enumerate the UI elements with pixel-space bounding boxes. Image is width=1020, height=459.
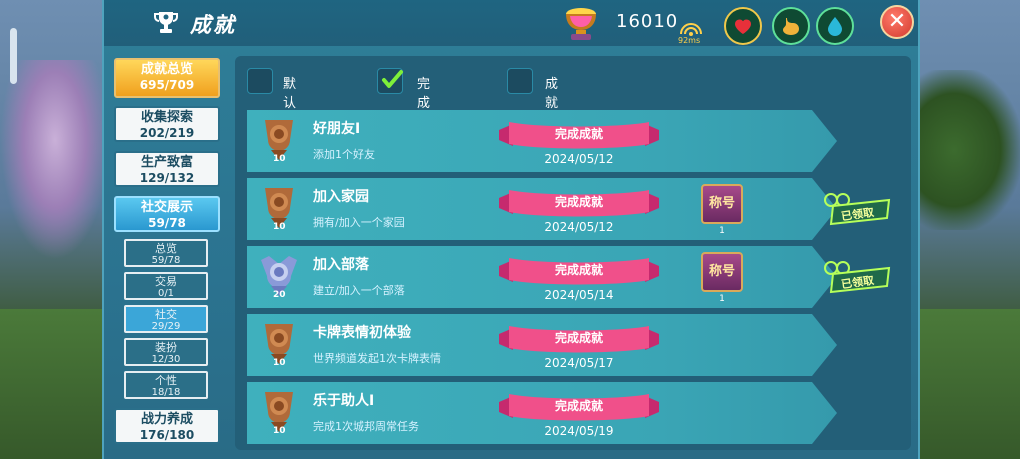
achievement-row[interactable]: 10 加入家园 拥有/加入一个家园 完成成就 2024/05/12 称号 1 bbox=[247, 178, 837, 240]
subtab-trade[interactable]: 交易 0/1 bbox=[124, 272, 208, 300]
sidebar-item-label: 成就总览 bbox=[140, 62, 193, 77]
sidebar-item-label: 社交展示 bbox=[140, 200, 193, 215]
title-reward-badge[interactable]: 称号 bbox=[701, 184, 743, 224]
achievement-row[interactable]: 10 卡牌表情初体验 世界频道发起1次卡牌表情 完成成就 2024/05/17 bbox=[247, 314, 837, 376]
achievement-panel: 成就 16010 92ms ✕ 成就总览 695/709 收集探索 202/21… bbox=[102, 0, 920, 459]
hunger-stat[interactable] bbox=[772, 7, 810, 45]
claimed-stamp: 已领取 bbox=[823, 258, 891, 296]
achievement-desc: 完成1次城邦周常任务 bbox=[313, 420, 419, 433]
completion-status: 完成成就 bbox=[554, 195, 603, 209]
achievement-title: 好朋友Ⅰ bbox=[313, 121, 361, 137]
completion-date: 2024/05/14 bbox=[544, 288, 614, 302]
subtab-count: 12/30 bbox=[151, 354, 181, 365]
achievement-desc: 添加1个好友 bbox=[313, 148, 375, 161]
sort-default-checkbox[interactable] bbox=[247, 68, 273, 94]
background-tree bbox=[910, 70, 1020, 230]
subtab-label: 总览 bbox=[155, 242, 177, 255]
ping-value: 92ms bbox=[678, 36, 701, 45]
thirst-stat[interactable] bbox=[816, 7, 854, 45]
completion-date: 2024/05/12 bbox=[544, 152, 614, 166]
reward-count: 1 bbox=[719, 294, 725, 304]
subtab-personality[interactable]: 个性 18/18 bbox=[124, 371, 208, 399]
sidebar-item-overview[interactable]: 成就总览 695/709 bbox=[114, 58, 220, 98]
sidebar-item-count: 129/132 bbox=[139, 171, 195, 185]
achievement-row[interactable]: 20 加入部落 建立/加入一个部落 完成成就 2024/05/14 称号 1 bbox=[247, 246, 837, 308]
sort-completion-checkbox[interactable] bbox=[377, 68, 403, 94]
subtab-count: 29/29 bbox=[151, 321, 181, 332]
sidebar-item-count: 59/78 bbox=[148, 216, 186, 230]
gold-cup-icon bbox=[566, 8, 596, 40]
achievement-desc: 拥有/加入一个家园 bbox=[313, 216, 405, 229]
sidebar-item-social[interactable]: 社交展示 59/78 bbox=[114, 196, 220, 232]
checkmark-icon bbox=[382, 70, 403, 88]
title-reward-badge[interactable]: 称号 bbox=[701, 252, 743, 292]
stomach-icon bbox=[783, 18, 799, 35]
achievement-title: 乐于助人Ⅰ bbox=[313, 393, 375, 409]
points-label: 10 bbox=[273, 154, 286, 164]
points-label: 20 bbox=[273, 290, 286, 300]
completion-status: 完成成就 bbox=[554, 331, 603, 345]
subtab-count: 0/1 bbox=[157, 288, 175, 299]
sidebar-item-count: 176/180 bbox=[139, 428, 195, 442]
background-pole bbox=[10, 28, 17, 84]
points-label: 10 bbox=[273, 426, 286, 436]
completion-date: 2024/05/17 bbox=[544, 356, 614, 370]
achievement-title: 加入部落 bbox=[313, 257, 369, 273]
completion-status: 完成成就 bbox=[554, 263, 603, 277]
heart-icon bbox=[735, 19, 751, 34]
sidebar-item-production[interactable]: 生产致富 129/132 bbox=[114, 151, 220, 187]
completion-status: 完成成就 bbox=[554, 399, 603, 413]
completion-date: 2024/05/12 bbox=[544, 220, 614, 234]
trophy-icon bbox=[154, 12, 178, 33]
subtab-label: 装扮 bbox=[155, 341, 177, 354]
water-drop-icon bbox=[828, 17, 842, 36]
sidebar-item-count: 695/709 bbox=[139, 78, 195, 92]
subtab-social[interactable]: 社交 29/29 bbox=[124, 305, 208, 333]
achievement-title: 加入家园 bbox=[313, 189, 369, 205]
achievement-title: 卡牌表情初体验 bbox=[313, 325, 411, 341]
sidebar-item-label: 战力养成 bbox=[140, 412, 193, 427]
points-label: 10 bbox=[273, 358, 286, 368]
sort-points-checkbox[interactable] bbox=[507, 68, 533, 94]
achievement-row[interactable]: 10 好朋友Ⅰ 添加1个好友 完成成就 2024/05/12 bbox=[247, 110, 837, 172]
subtab-label: 交易 bbox=[155, 275, 177, 288]
health-stat[interactable] bbox=[724, 7, 762, 45]
sidebar-item-label: 收集探索 bbox=[140, 110, 193, 125]
sidebar-item-combat[interactable]: 战力养成 176/180 bbox=[114, 408, 220, 444]
subtab-count: 59/78 bbox=[151, 255, 181, 266]
subtab-label: 个性 bbox=[155, 374, 177, 387]
sidebar-item-collection[interactable]: 收集探索 202/219 bbox=[114, 106, 220, 142]
subtab-outfit[interactable]: 装扮 12/30 bbox=[124, 338, 208, 366]
subtab-count: 18/18 bbox=[151, 387, 181, 398]
panel-header: 成就 16010 92ms ✕ bbox=[104, 0, 918, 46]
close-button[interactable]: ✕ bbox=[880, 5, 914, 39]
sidebar-item-count: 202/219 bbox=[139, 126, 195, 140]
sidebar-item-label: 生产致富 bbox=[140, 155, 193, 170]
claimed-stamp: 已领取 bbox=[823, 190, 891, 228]
page-title: 成就 bbox=[190, 13, 236, 37]
completion-status: 完成成就 bbox=[554, 127, 603, 141]
completion-date: 2024/05/19 bbox=[544, 424, 614, 438]
subtab-label: 社交 bbox=[155, 308, 177, 321]
achievement-row[interactable]: 10 乐于助人Ⅰ 完成1次城邦周常任务 完成成就 2024/05/19 bbox=[247, 382, 837, 444]
achievement-desc: 建立/加入一个部落 bbox=[313, 284, 405, 297]
background-tree bbox=[0, 60, 110, 260]
subtab-overview[interactable]: 总览 59/78 bbox=[124, 239, 208, 267]
achievement-score: 16010 bbox=[616, 11, 679, 32]
achievement-desc: 世界频道发起1次卡牌表情 bbox=[313, 352, 441, 365]
points-label: 10 bbox=[273, 222, 286, 232]
reward-count: 1 bbox=[719, 226, 725, 236]
achievement-list: 默认排序 完成度排序 成就点排序 10 好朋友Ⅰ 添加1个好友 bbox=[235, 56, 911, 450]
